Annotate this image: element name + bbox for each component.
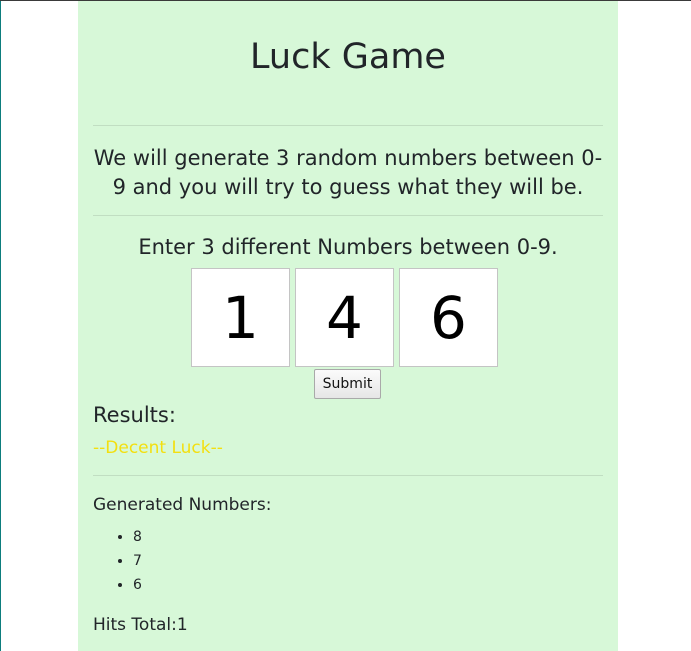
browser-viewport: Luck Game We will generate 3 random numb… [0,0,691,651]
window-edge-left [0,0,1,651]
list-item: 6 [133,573,142,597]
guess-inputs [191,268,501,369]
guess-input-3[interactable] [399,268,498,367]
results-heading: Results: [93,403,176,427]
game-card: Luck Game We will generate 3 random numb… [78,1,618,651]
submit-button[interactable]: Submit [314,369,381,399]
hits-total: Hits Total:1 [93,615,188,635]
instruction-text: Enter 3 different Numbers between 0-9. [138,235,558,259]
guess-input-1[interactable] [191,268,290,367]
divider-results [93,475,603,476]
intro-text: We will generate 3 random numbers betwee… [93,146,603,199]
generated-numbers-heading: Generated Numbers: [93,495,272,515]
list-item: 7 [133,549,142,573]
list-item: 8 [133,525,142,549]
divider-middle [93,215,603,216]
guess-input-2[interactable] [295,268,394,367]
generated-numbers-list: 8 7 6 [93,525,142,597]
page-title: Luck Game [250,37,446,77]
divider-top [93,125,603,126]
luck-message: --Decent Luck-- [93,438,223,458]
